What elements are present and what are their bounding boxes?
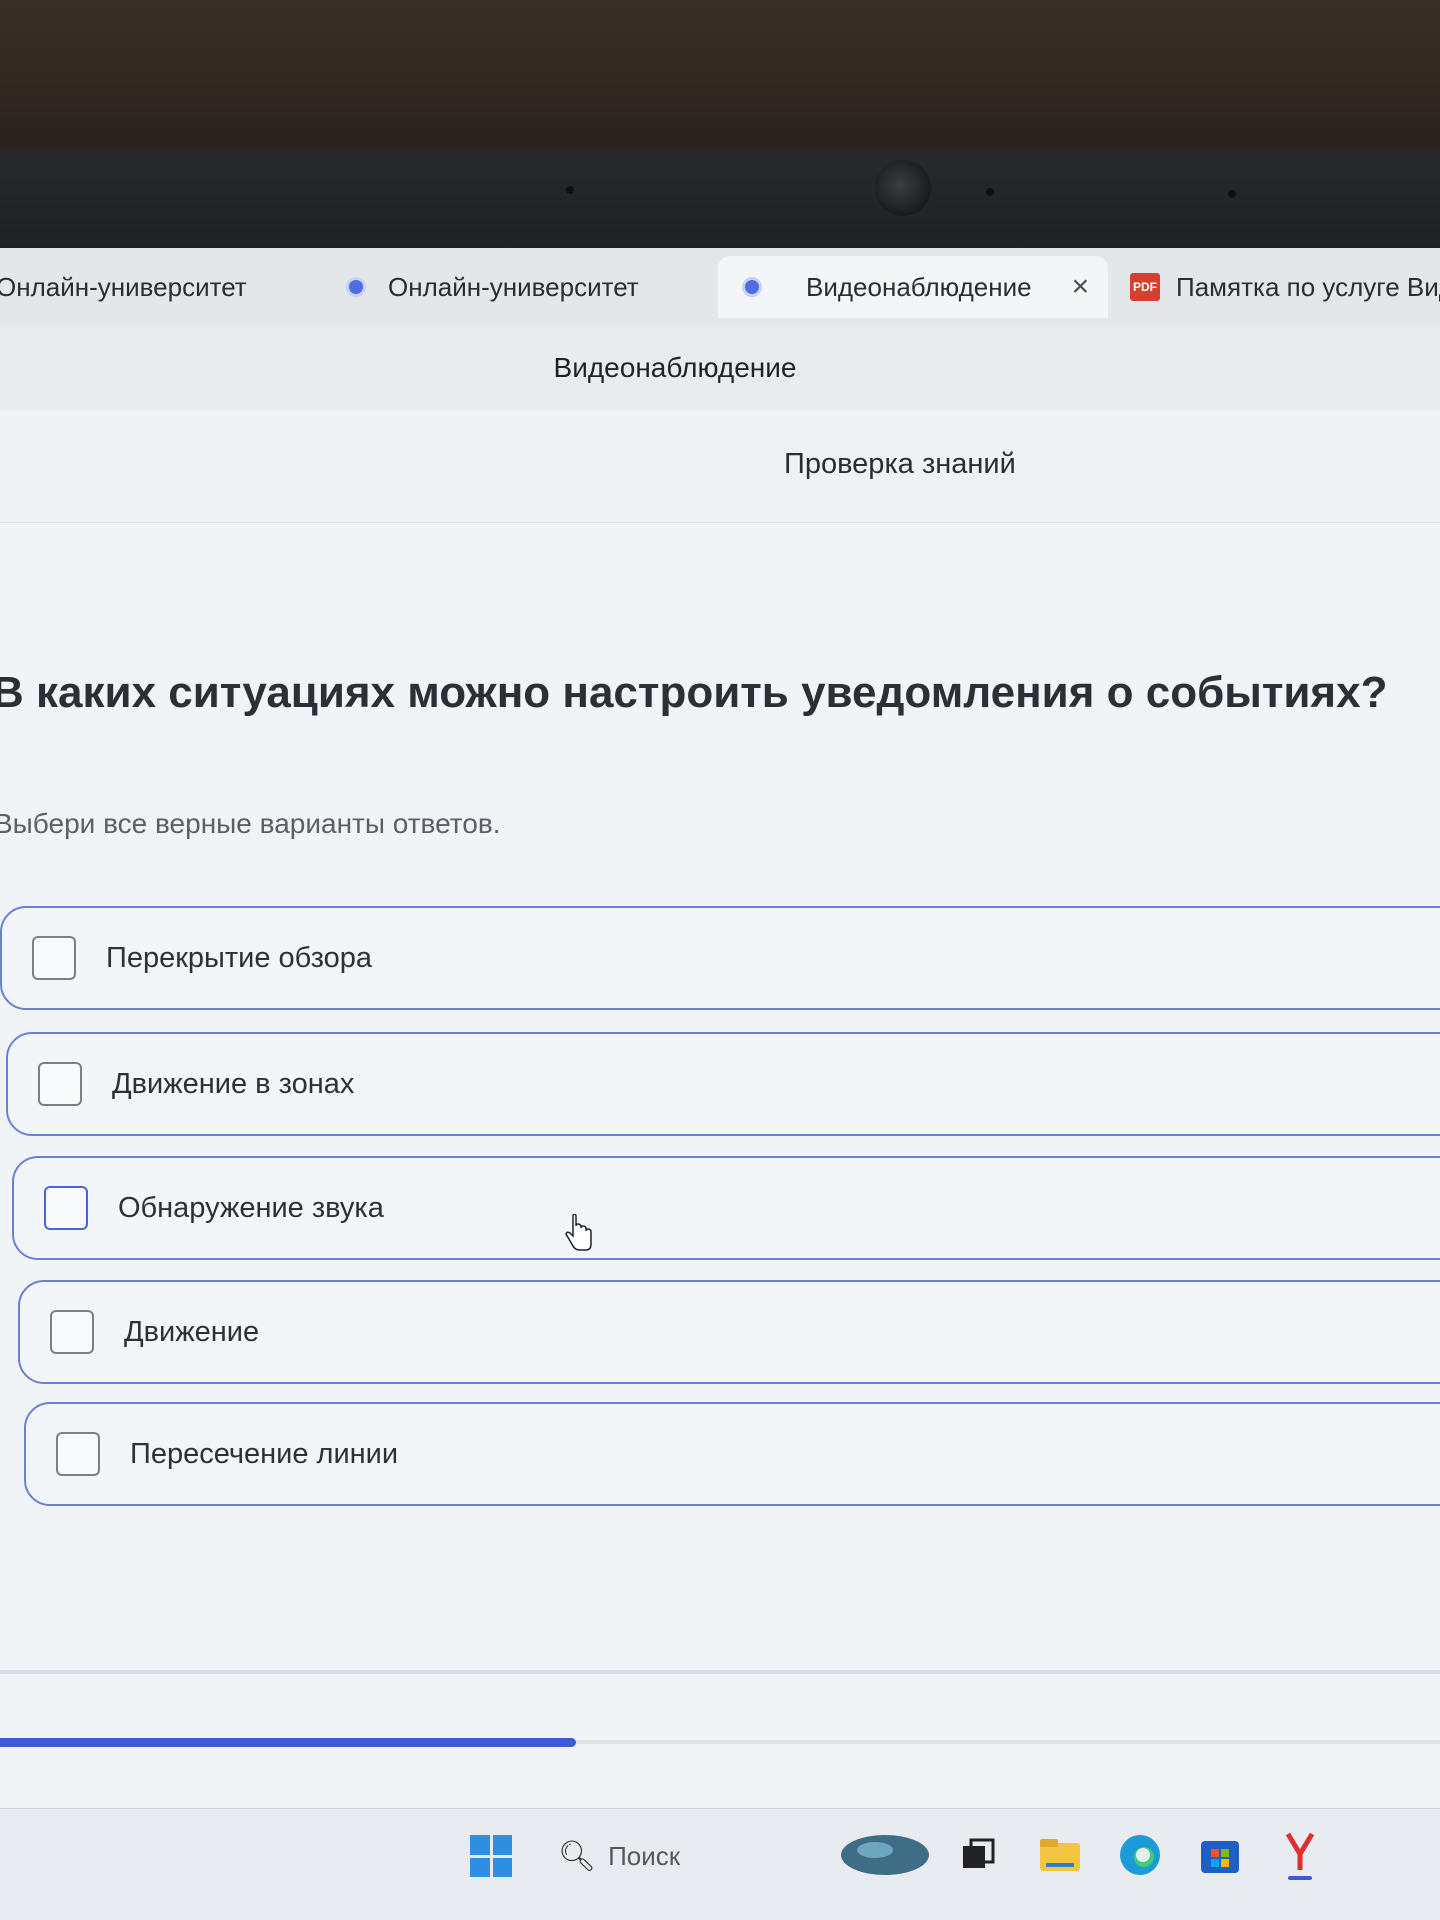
- search-placeholder: Поиск: [608, 1840, 681, 1871]
- page-header: Видеонаблюдение: [0, 326, 1440, 411]
- checkbox[interactable]: [56, 1432, 100, 1476]
- divider: [0, 1670, 1440, 1674]
- hand-cursor-icon: [565, 1214, 592, 1251]
- answer-option[interactable]: Пересечение линии: [24, 1402, 1440, 1506]
- question-text: В каких ситуациях можно настроить уведом…: [0, 668, 1388, 717]
- checkbox[interactable]: [50, 1310, 94, 1354]
- widgets-icon[interactable]: [840, 1831, 930, 1879]
- tab-label: Памятка по услуге Вид: [1176, 271, 1440, 302]
- tab-label: Онлайн-университет: [388, 271, 639, 302]
- webcam: [875, 160, 931, 216]
- checkbox[interactable]: [38, 1062, 82, 1106]
- pdf-icon: PDF: [1130, 273, 1160, 301]
- search-icon: 🔍︎: [558, 1839, 597, 1873]
- option-label: Пересечение линии: [130, 1437, 399, 1470]
- bezel-sensor: [986, 188, 994, 196]
- option-label: Движение в зонах: [112, 1067, 355, 1100]
- tab-label: Онлайн-университет: [0, 271, 247, 302]
- tab-online-university-2[interactable]: Онлайн-университет: [346, 256, 639, 318]
- screen: Онлайн-университет Онлайн-университет Ви…: [0, 248, 1440, 1920]
- section-bar: Проверка знаний: [0, 410, 1440, 523]
- answer-option[interactable]: Перекрытие обзора: [0, 906, 1440, 1010]
- answer-option[interactable]: Обнаружение звука: [12, 1156, 1440, 1260]
- progress-bar: [0, 1738, 576, 1747]
- laptop-bezel: [0, 150, 1440, 250]
- tab-pdf-memo[interactable]: PDF Памятка по услуге Вид: [1130, 256, 1440, 318]
- windows-start-icon[interactable]: [470, 1835, 512, 1877]
- file-explorer-icon[interactable]: [1036, 1831, 1084, 1879]
- answer-option[interactable]: Движение в зонах: [6, 1032, 1440, 1136]
- answer-option[interactable]: Движение: [18, 1280, 1440, 1384]
- close-icon[interactable]: ×: [1072, 270, 1090, 304]
- tab-video-surveillance[interactable]: Видеонаблюдение ×: [718, 256, 1108, 318]
- bezel-sensor: [566, 186, 574, 194]
- tab-online-university-1[interactable]: Онлайн-университет: [0, 256, 247, 318]
- section-title: Проверка знаний: [784, 448, 1016, 480]
- bezel-sensor: [1228, 190, 1236, 198]
- page-title: Видеонаблюдение: [553, 352, 797, 383]
- globe-icon: [742, 277, 762, 297]
- option-label: Перекрытие обзора: [106, 941, 373, 974]
- task-view-icon[interactable]: [958, 1831, 998, 1879]
- option-label: Движение: [124, 1315, 260, 1348]
- edge-icon[interactable]: [1116, 1831, 1164, 1879]
- store-icon[interactable]: [1196, 1831, 1244, 1879]
- browser-tab-bar: Онлайн-университет Онлайн-университет Ви…: [0, 248, 1440, 327]
- checkbox[interactable]: [44, 1186, 88, 1230]
- windows-taskbar: 🔍︎ Поиск: [0, 1808, 1440, 1920]
- yandex-browser-icon[interactable]: [1276, 1831, 1324, 1880]
- checkbox[interactable]: [32, 936, 76, 980]
- question-instruction: Выбери все верные варианты ответов.: [0, 808, 501, 839]
- globe-icon: [346, 277, 366, 297]
- photo-scene: Онлайн-университет Онлайн-университет Ви…: [0, 0, 1440, 1920]
- option-label: Обнаружение звука: [118, 1191, 384, 1224]
- tab-label: Видеонаблюдение: [806, 271, 1032, 302]
